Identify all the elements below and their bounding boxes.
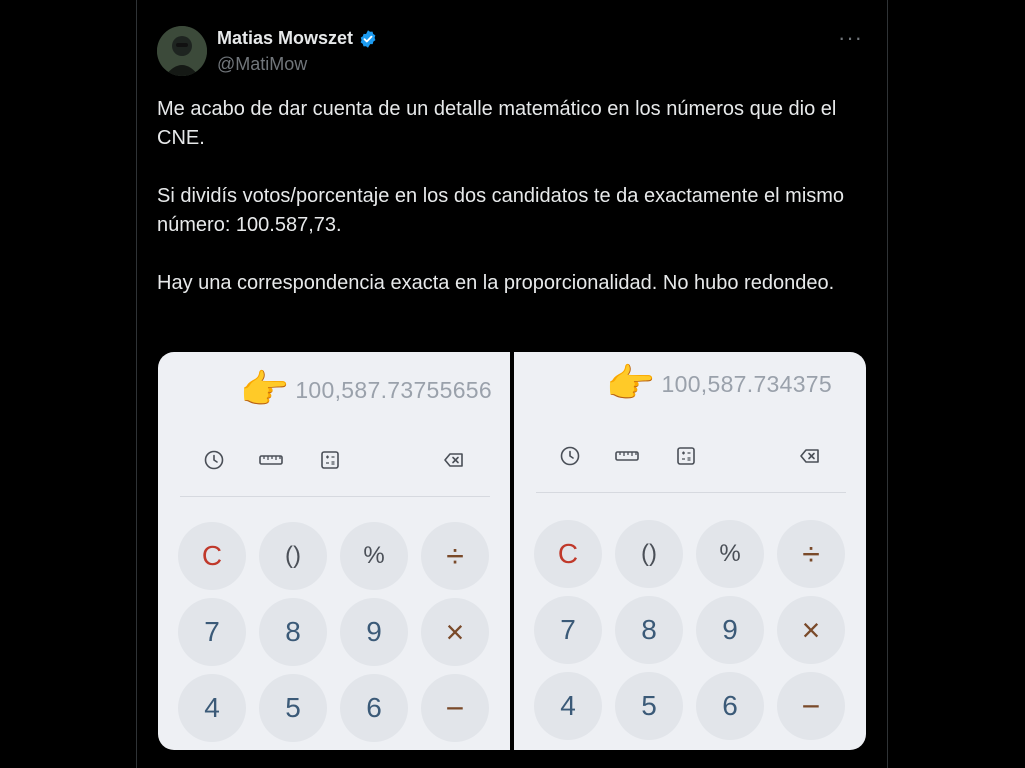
pointing-hand-icon: 👉 [605,362,656,406]
history-icon[interactable] [558,444,582,468]
tweet-media[interactable]: 👉 100,587.73755656 C () % ÷ 7 8 9 × 4 5 … [158,352,866,750]
key-6[interactable]: 6 [340,674,408,742]
key-clear[interactable]: C [178,522,246,590]
calculator-keypad: C () % ÷ 7 8 9 × 4 5 6 − [534,520,848,740]
key-parentheses[interactable]: () [615,520,683,588]
calculator-display: 👉 100,587.73755656 [240,370,492,410]
author-display-name[interactable]: Matias Mowszet [217,28,353,49]
key-multiply[interactable]: × [421,598,489,666]
more-options-icon[interactable]: ··· [838,27,863,49]
calculator-result: 100,587.734375 [661,370,832,397]
calculator-toolbar [554,444,826,472]
ruler-icon[interactable] [258,448,284,472]
avatar-image [157,26,207,76]
calculator-toolbar [198,448,470,476]
calculator-icon[interactable] [318,448,342,472]
avatar[interactable] [157,26,207,76]
key-4[interactable]: 4 [534,672,602,740]
calculator-divider [180,496,490,497]
key-minus[interactable]: − [777,672,845,740]
key-9[interactable]: 9 [340,598,408,666]
key-parentheses[interactable]: () [259,522,327,590]
key-7[interactable]: 7 [178,598,246,666]
tweet-text: Me acabo de dar cuenta de un detalle mat… [157,95,857,327]
calculator-icon[interactable] [674,444,698,468]
calculator-display: 👉 100,587.734375 [606,364,832,404]
tweet-card: Matias Mowszet @MatiMow ··· Me acabo de … [136,0,888,768]
key-minus[interactable]: − [421,674,489,742]
author-handle[interactable]: @MatiMow [217,54,307,75]
key-4[interactable]: 4 [178,674,246,742]
key-5[interactable]: 5 [259,674,327,742]
calculator-keypad: C () % ÷ 7 8 9 × 4 5 6 − [178,522,492,742]
key-divide[interactable]: ÷ [421,522,489,590]
key-8[interactable]: 8 [615,596,683,664]
key-8[interactable]: 8 [259,598,327,666]
key-divide[interactable]: ÷ [777,520,845,588]
key-clear[interactable]: C [534,520,602,588]
key-9[interactable]: 9 [696,596,764,664]
key-5[interactable]: 5 [615,672,683,740]
key-percent[interactable]: % [340,522,408,590]
calculator-result: 100,587.73755656 [295,376,492,403]
key-6[interactable]: 6 [696,672,764,740]
backspace-icon[interactable] [798,444,822,468]
tweet-paragraph: Si dividís votos/porcentaje en los dos c… [157,185,845,236]
tweet-paragraph: Hay una correspondencia exacta en la pro… [157,272,835,294]
pointing-hand-icon: 👉 [239,368,290,412]
verified-badge-icon [360,29,376,48]
key-7[interactable]: 7 [534,596,602,664]
author-name-row[interactable]: Matias Mowszet [217,28,378,49]
calculator-screenshot-left: 👉 100,587.73755656 C () % ÷ 7 8 9 × 4 5 … [158,352,510,750]
tweet-paragraph: Me acabo de dar cuenta de un detalle mat… [157,98,837,149]
key-percent[interactable]: % [696,520,764,588]
history-icon[interactable] [202,448,226,472]
backspace-icon[interactable] [442,448,466,472]
key-multiply[interactable]: × [777,596,845,664]
calculator-divider [536,492,846,493]
ruler-icon[interactable] [614,444,640,468]
calculator-screenshot-right: 👉 100,587.734375 C () % ÷ 7 8 9 × 4 5 6 … [514,352,866,750]
